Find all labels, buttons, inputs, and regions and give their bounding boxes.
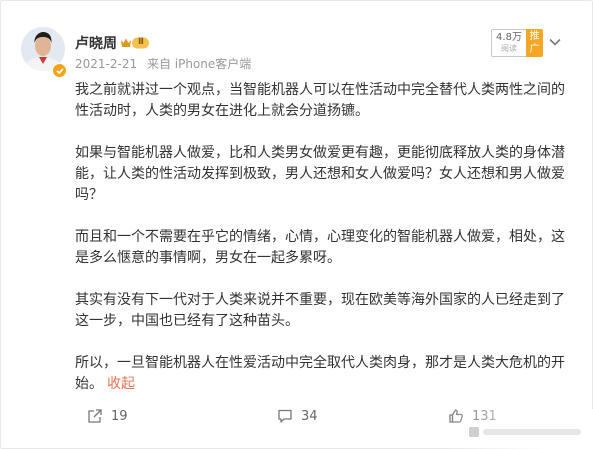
promote-button[interactable]: 推广 [526, 29, 543, 57]
repost-count: 19 [111, 408, 128, 424]
read-count-label: 阅读 [501, 44, 517, 53]
post-meta: 2021-2-21 来自 iPhone客户端 [75, 55, 257, 72]
repost-icon [88, 409, 102, 423]
comment-count: 34 [301, 408, 318, 424]
member-level-badge[interactable]: Ⅱ [120, 35, 150, 49]
post-paragraph: 而且和一个不需要在乎它的情绪，心情，心理变化的智能机器人做爱，相处，这是多么惬意… [75, 229, 565, 266]
collapse-link[interactable]: 收起 [107, 376, 135, 392]
post-paragraph-last: 所以，一旦智能机器人在性爱活动中完全取代人类肉身，那才是人类大危机的开始。 收起 [75, 353, 567, 395]
comment-icon [278, 409, 292, 423]
post-paragraph: 我之前就讲过一个观点，当智能机器人可以在性活动中完全替代人类两性之间的性活动时，… [75, 82, 565, 119]
repost-button[interactable]: 19 [87, 408, 128, 424]
watermark-logo [469, 427, 581, 437]
post-content: 我之前就讲过一个观点，当智能机器人可以在性活动中完全替代人类两性之间的性活动时，… [75, 80, 567, 395]
read-count-box: 4.8万 阅读 [491, 29, 527, 57]
post-paragraph: 其实有没有下一代对于人类来说并不重要，现在欧美等海外国家的人已经走到了这一步，中… [75, 292, 565, 329]
author-name[interactable]: 卢晓周 [75, 33, 117, 53]
post-paragraph: 如果与智能机器人做爱，比和人类男女做爱更有趣，更能彻底释放人类的身体潜能，让人类… [75, 145, 565, 203]
comment-button[interactable]: 34 [277, 408, 318, 424]
post-paragraph: 所以，一旦智能机器人在性爱活动中完全取代人类肉身，那才是人类大危机的开始。 [75, 355, 565, 392]
read-count: 4.8万 [496, 32, 522, 43]
member-level-text: Ⅱ [138, 37, 144, 47]
chevron-down-icon[interactable] [547, 33, 563, 46]
verified-icon [52, 63, 67, 78]
post-date[interactable]: 2021-2-21 [75, 57, 137, 71]
post-source: 来自 iPhone客户端 [146, 57, 252, 71]
